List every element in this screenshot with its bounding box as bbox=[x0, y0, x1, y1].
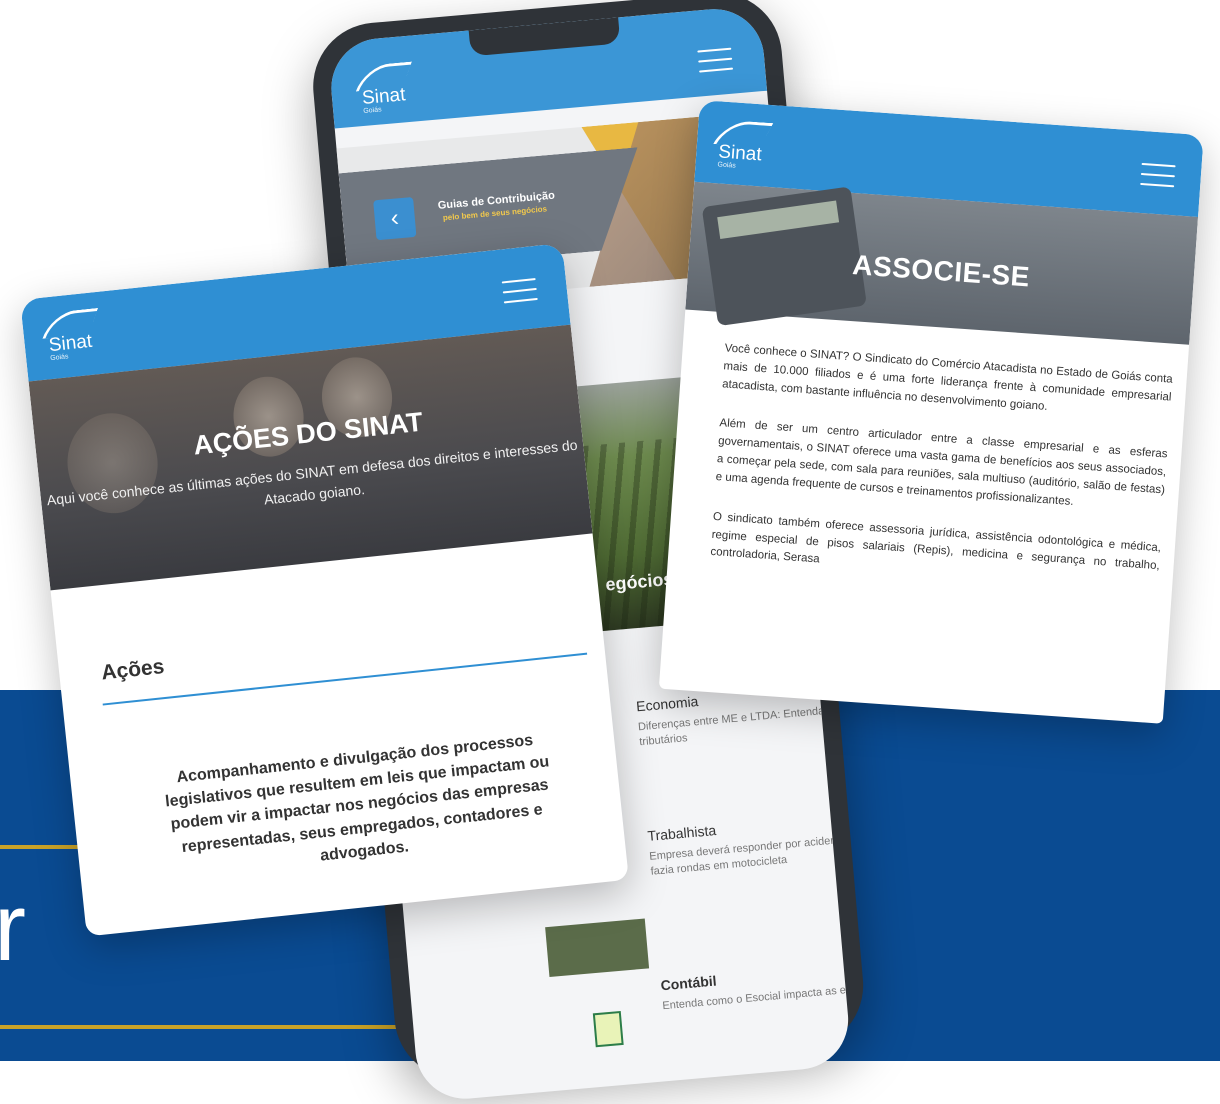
news-item[interactable]: Contábil Entenda como o Esocial impacta … bbox=[660, 950, 852, 1015]
news-item[interactable]: Trabalhista Empresa deverá responder por… bbox=[647, 800, 852, 880]
sinat-logo[interactable]: Sinat Goiás bbox=[713, 119, 774, 171]
document-icon bbox=[592, 1010, 624, 1048]
hamburger-icon[interactable] bbox=[501, 277, 538, 304]
hamburger-icon[interactable] bbox=[1140, 162, 1176, 188]
body-paragraph: Você conhece o SINAT? O Sindicato do Com… bbox=[721, 342, 1174, 413]
page-body: Você conhece o SINAT? O Sindicato do Com… bbox=[708, 340, 1173, 615]
sinat-logo[interactable]: Sinat Goiás bbox=[355, 61, 412, 115]
background-letter: r bbox=[0, 874, 26, 981]
sinat-logo[interactable]: Sinat Goiás bbox=[42, 307, 99, 362]
body-paragraph: O sindicato também oferece assessoria ju… bbox=[710, 510, 1162, 572]
section-body: Acompanhamento e divulgação dos processo… bbox=[164, 731, 551, 865]
section-heading: Ações bbox=[100, 655, 166, 685]
section-divider bbox=[102, 652, 588, 706]
chevron-left-icon[interactable]: ‹ bbox=[373, 196, 417, 241]
news-thumbnail[interactable] bbox=[545, 918, 650, 978]
body-paragraph: Além de ser um centro articulador entre … bbox=[715, 417, 1168, 508]
hamburger-icon[interactable] bbox=[697, 47, 734, 73]
acoes-card: Sinat Goiás AÇÕES DO SINAT Aqui você con… bbox=[20, 243, 629, 937]
logo-swoosh-icon bbox=[713, 119, 774, 148]
associe-se-card: Sinat Goiás ASSOCIE-SE Você conhece o SI… bbox=[658, 100, 1204, 724]
